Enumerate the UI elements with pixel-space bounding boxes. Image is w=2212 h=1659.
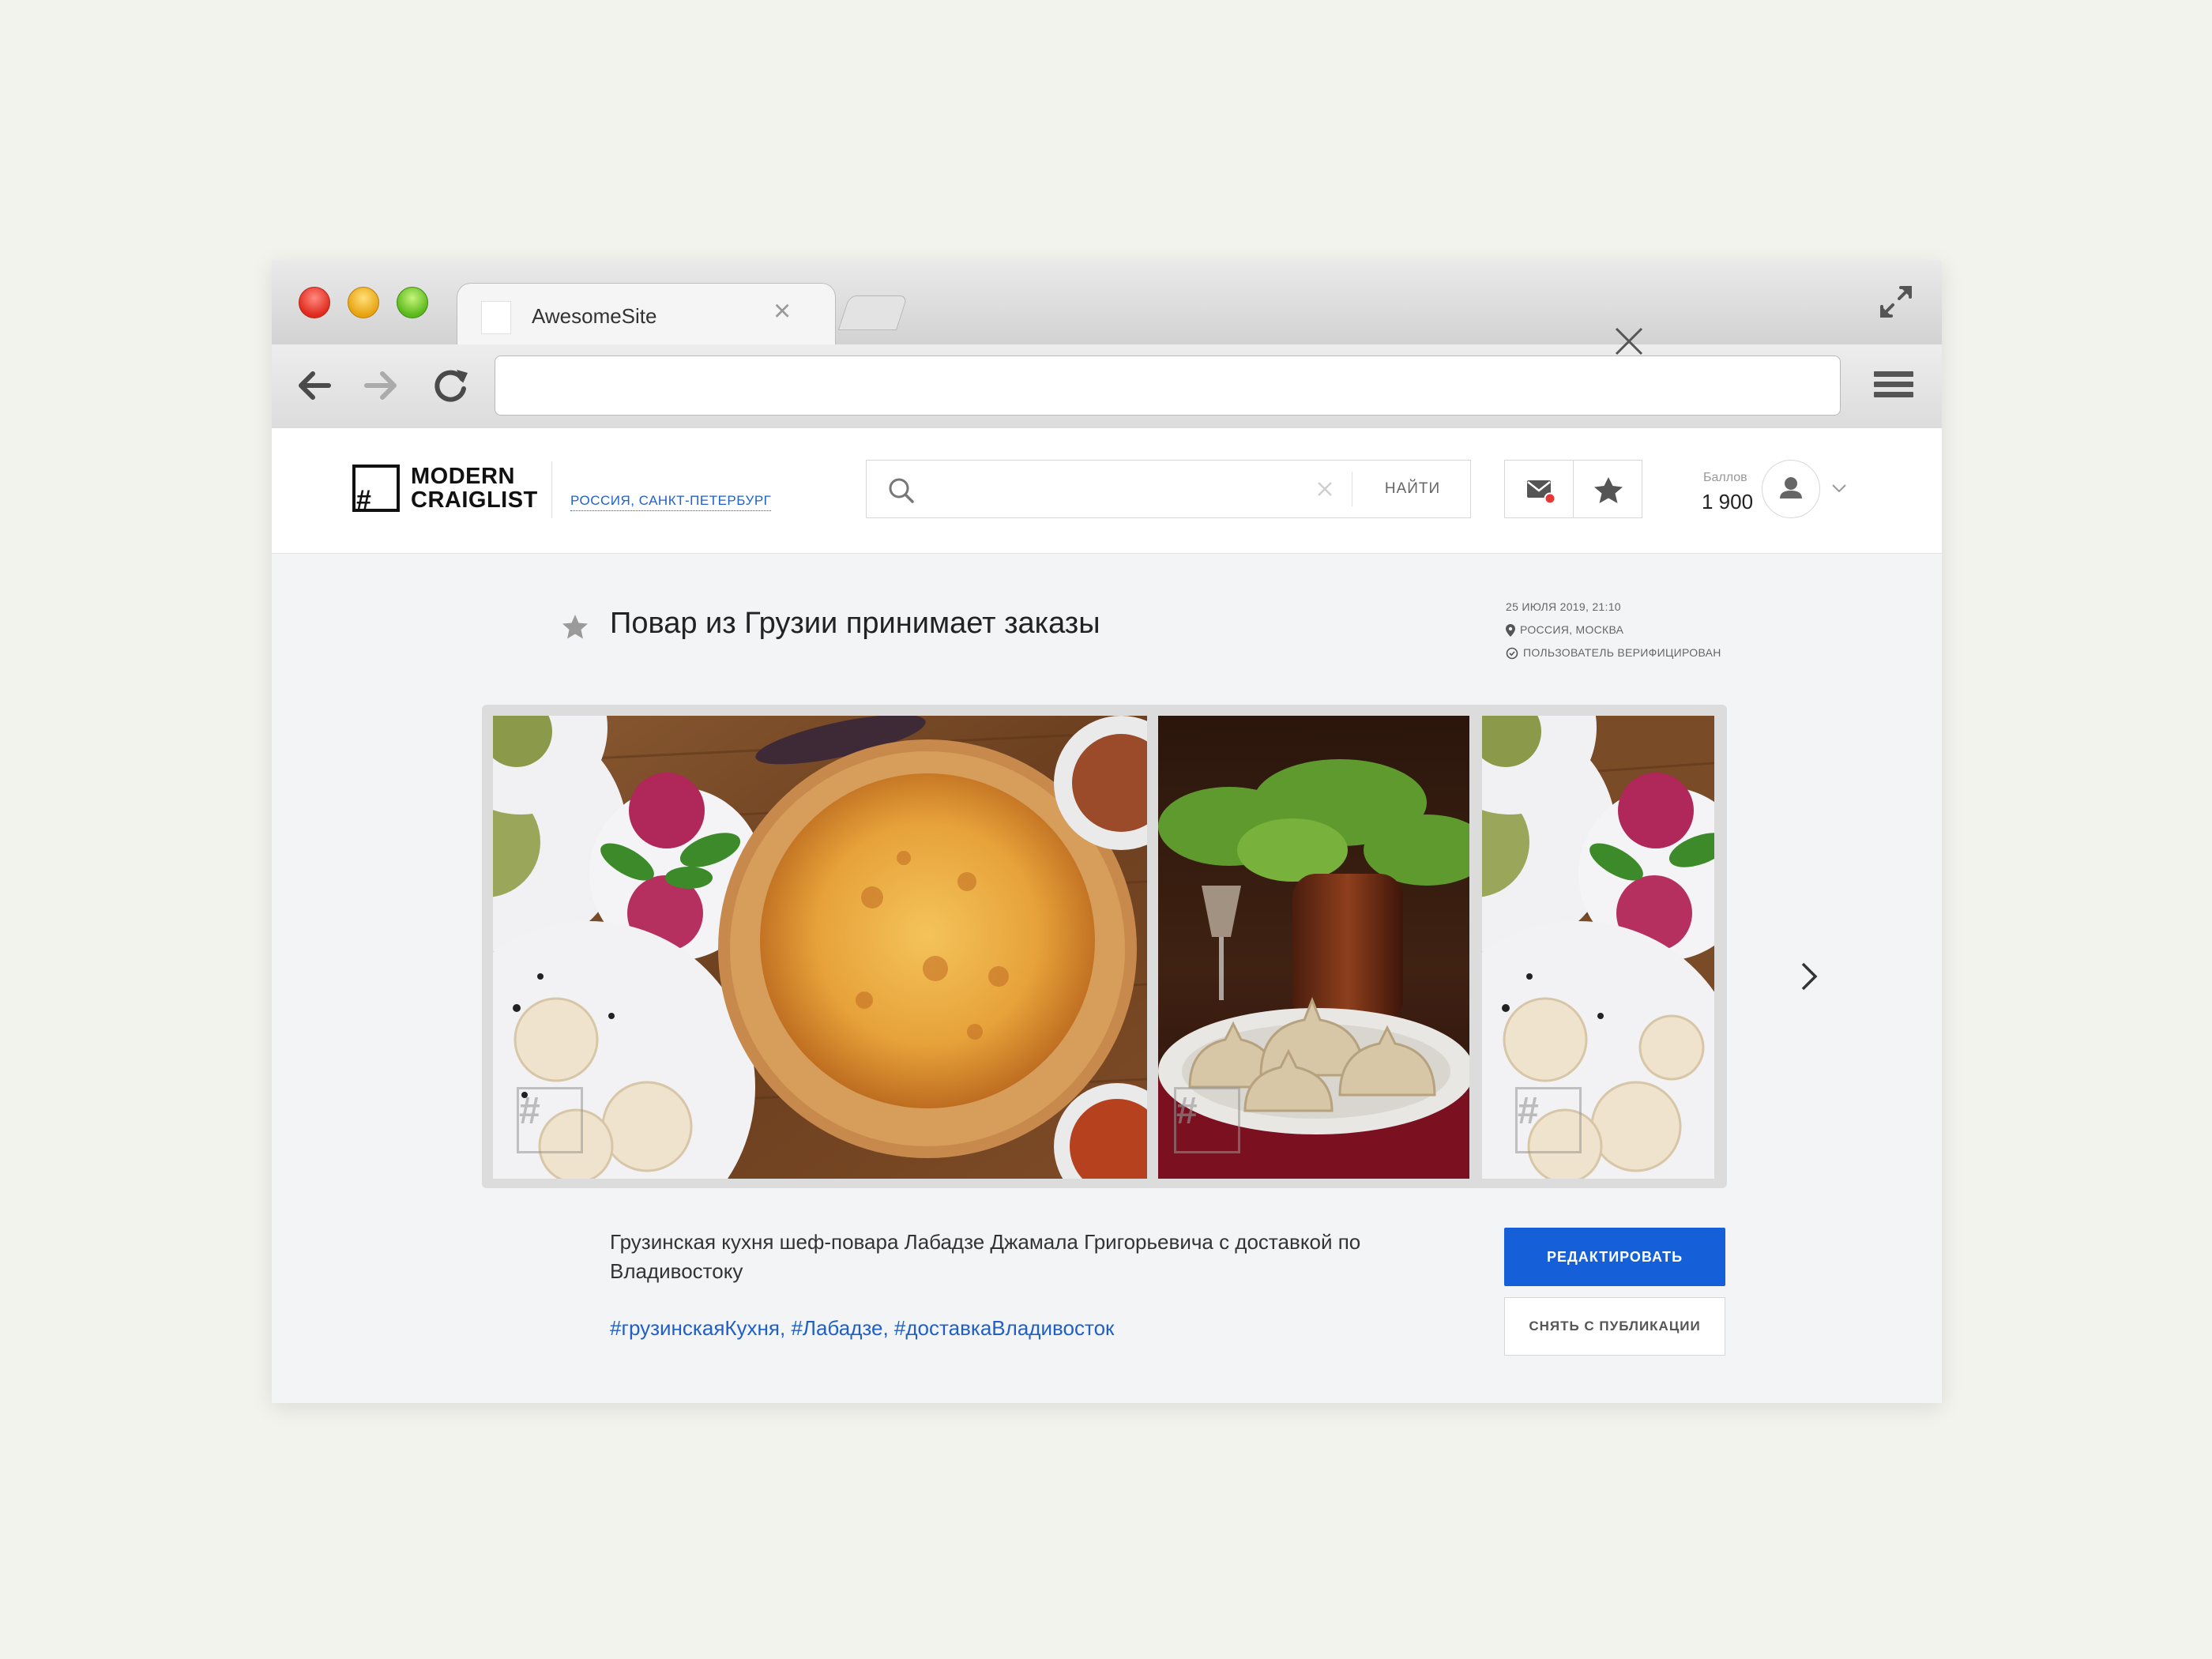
address-bar[interactable]: [495, 356, 1841, 416]
watermark: #: [517, 1087, 583, 1153]
post-verified: ПОЛЬЗОВАТЕЛЬ ВЕРИФИЦИРОВАН: [1506, 641, 1721, 664]
chevron-down-icon[interactable]: [1830, 480, 1849, 496]
food-photo-khachapuri: [493, 716, 1147, 1179]
star-icon: [1594, 477, 1623, 503]
watermark: #: [1174, 1087, 1240, 1153]
logo-icon[interactable]: #: [352, 465, 400, 512]
messages-button[interactable]: [1504, 460, 1574, 518]
logo-text[interactable]: MODERN CRAIGLIST: [411, 465, 538, 512]
post-title: Повар из Грузии принимает заказы: [610, 607, 1100, 640]
browser-window: AwesomeSite × # MODERN CRAIGLIST РОССИЯ,…: [272, 261, 1942, 1403]
tag-link[interactable]: #грузинскаяКухня,: [610, 1316, 785, 1340]
search-icon: [889, 478, 914, 503]
search-button[interactable]: НАЙТИ: [1355, 461, 1470, 517]
edit-button[interactable]: РЕДАКТИРОВАТЬ: [1504, 1228, 1725, 1286]
forward-arrow-icon[interactable]: [359, 363, 403, 408]
watermark: #: [1515, 1087, 1582, 1153]
score-label: Баллов: [1703, 471, 1747, 484]
user-icon: [1780, 477, 1802, 498]
favorites-button[interactable]: [1573, 460, 1642, 518]
clear-icon[interactable]: [1314, 478, 1336, 500]
close-icon[interactable]: [1612, 324, 1646, 359]
new-tab-button[interactable]: [837, 295, 908, 330]
post-location: РОССИЯ, МОСКВА: [1506, 619, 1721, 641]
divider: [551, 461, 552, 518]
post-date: 25 ИЮЛЯ 2019, 21:10: [1506, 600, 1621, 613]
unpublish-button[interactable]: СНЯТЬ С ПУБЛИКАЦИИ: [1504, 1297, 1725, 1356]
tab-close-icon[interactable]: ×: [773, 295, 791, 329]
tab-title: AwesomeSite: [532, 304, 657, 328]
tag-link[interactable]: #доставкаВладивосток: [894, 1316, 1114, 1340]
zoom-window-button[interactable]: [397, 287, 428, 318]
gallery-photo-1[interactable]: #: [493, 716, 1147, 1179]
close-window-button[interactable]: [299, 287, 330, 318]
logo-mark: #: [356, 485, 371, 512]
logo-line-1: MODERN: [411, 464, 515, 489]
post-description: Грузинская кухня шеф-повара Лабадзе Джам…: [610, 1230, 1361, 1283]
browser-toolbar: [272, 344, 1942, 429]
site-header: # MODERN CRAIGLIST РОССИЯ, САНКТ-ПЕТЕРБУ…: [272, 428, 1942, 554]
page-icon: [481, 301, 511, 334]
photo-gallery: # # #: [482, 705, 1727, 1188]
score-value: 1 900: [1702, 490, 1754, 514]
verified-check-icon: [1506, 647, 1518, 660]
gallery-photo-2[interactable]: #: [1158, 716, 1469, 1179]
post-meta: 25 ИЮЛЯ 2019, 21:10 РОССИЯ, МОСКВА ПОЛЬЗ…: [1506, 596, 1721, 664]
post-tags: #грузинскаяКухня, #Лабадзе, #доставкаВла…: [610, 1316, 1114, 1341]
logo-line-2: CRAIGLIST: [411, 487, 538, 513]
gallery-photo-3[interactable]: #: [1482, 716, 1714, 1179]
back-arrow-icon[interactable]: [292, 363, 337, 408]
location-selector[interactable]: РОССИЯ, САНКТ-ПЕТЕРБУРГ: [570, 493, 772, 511]
reload-icon[interactable]: [428, 363, 472, 408]
browser-tab[interactable]: AwesomeSite ×: [457, 283, 836, 347]
avatar[interactable]: [1762, 460, 1820, 518]
tag-link[interactable]: #Лабадзе,: [791, 1316, 888, 1340]
browser-menu-icon[interactable]: [1874, 371, 1913, 406]
favorite-star-icon[interactable]: [561, 613, 589, 641]
mail-icon: [1527, 480, 1556, 505]
search-box: НАЙТИ: [866, 460, 1471, 518]
minimize-window-button[interactable]: [348, 287, 379, 318]
title-bar: AwesomeSite ×: [272, 261, 1942, 347]
fullscreen-icon[interactable]: [1875, 281, 1917, 322]
chevron-right-icon[interactable]: [1793, 954, 1825, 999]
location-pin-icon: [1506, 624, 1515, 638]
search-input[interactable]: [927, 472, 1325, 508]
